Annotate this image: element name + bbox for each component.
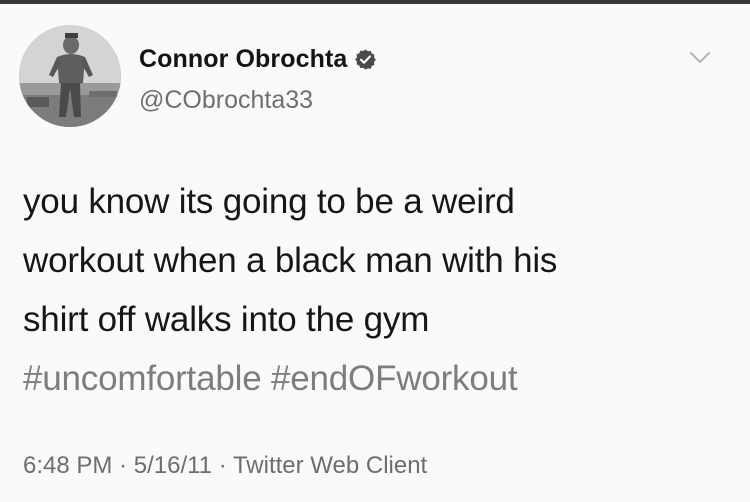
tweet-text-line: shirt off walks into the gym bbox=[23, 300, 430, 339]
tweet-text-line: you know its going to be a weird bbox=[23, 182, 515, 221]
hashtag-line: #uncomfortable #endOFworkout bbox=[23, 349, 723, 408]
author-name-row: Connor Obrochta bbox=[139, 43, 377, 75]
tweet-date[interactable]: 5/16/11 bbox=[134, 452, 212, 479]
hashtag-link[interactable]: #endOFworkout bbox=[271, 359, 518, 398]
tweet-time[interactable]: 6:48 PM bbox=[23, 452, 112, 479]
avatar[interactable] bbox=[19, 25, 121, 127]
chevron-down-icon[interactable] bbox=[687, 48, 713, 68]
meta-separator: · bbox=[119, 452, 128, 479]
author-display-name[interactable]: Connor Obrochta bbox=[139, 45, 347, 74]
tweet-card: Connor Obrochta @CObrochta33 you know it… bbox=[0, 0, 750, 502]
meta-separator: · bbox=[218, 452, 227, 479]
tweet-text-line: workout when a black man with his bbox=[23, 241, 558, 280]
tweet-source[interactable]: Twitter Web Client bbox=[233, 452, 427, 479]
hashtag-link[interactable]: #uncomfortable bbox=[23, 359, 262, 398]
author-handle[interactable]: @CObrochta33 bbox=[139, 86, 313, 115]
tweet-meta: 6:48 PM · 5/16/11 · Twitter Web Client bbox=[23, 452, 427, 480]
verified-badge-icon bbox=[354, 48, 377, 71]
tweet-body: you know its going to be a weird workout… bbox=[23, 172, 723, 408]
profile-photo-icon bbox=[19, 25, 121, 127]
